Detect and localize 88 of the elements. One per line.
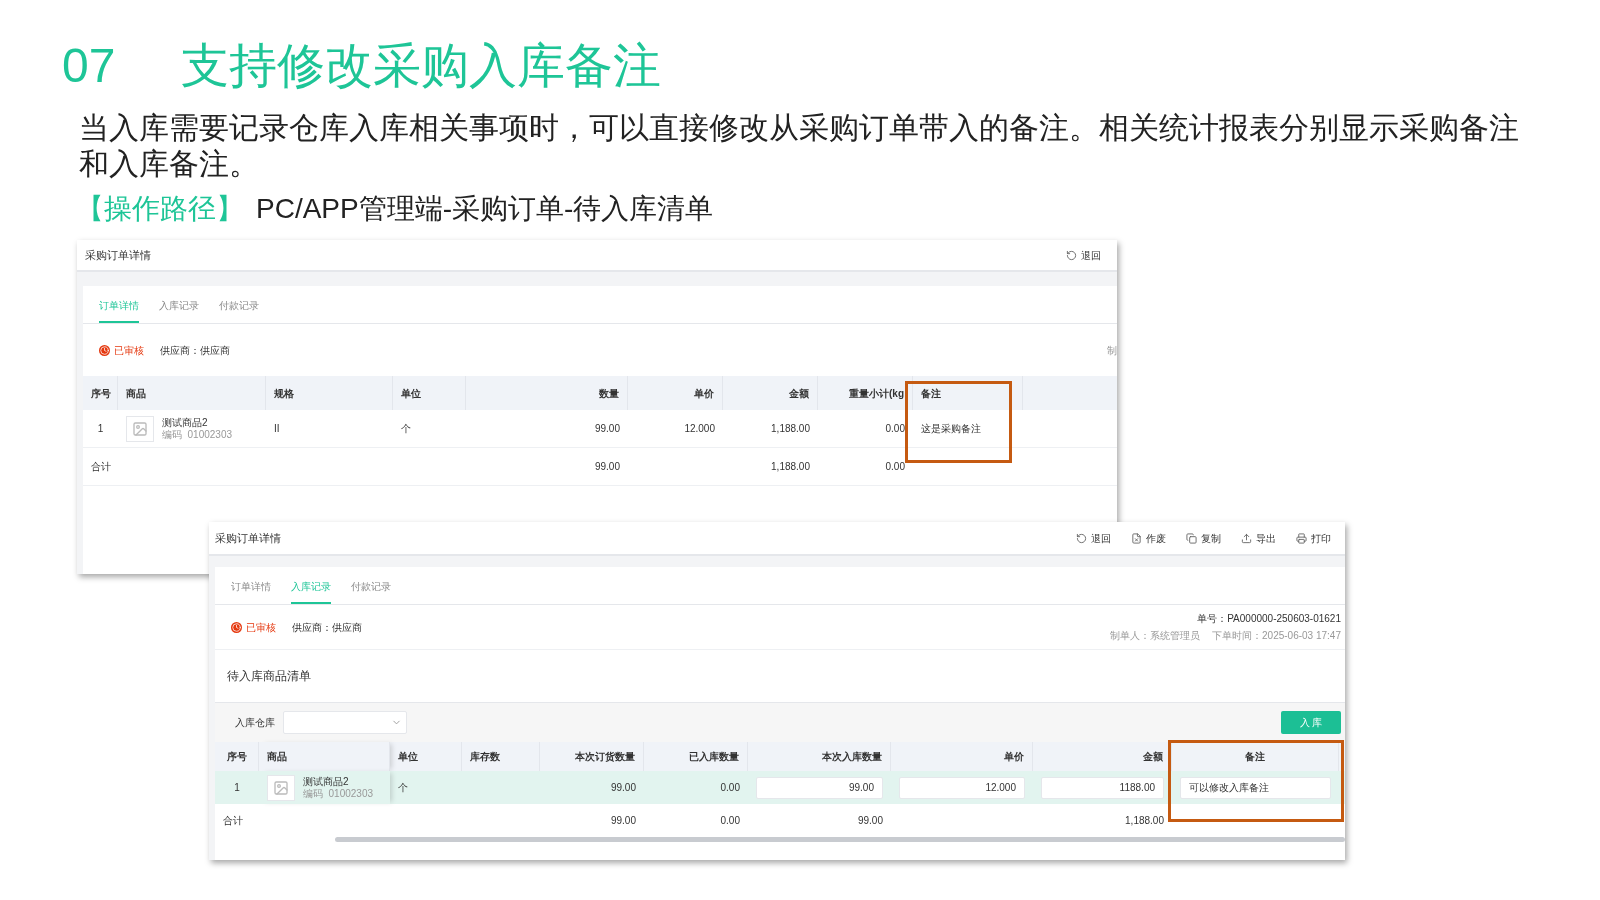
image-placeholder-icon (267, 774, 295, 801)
toolbar-button[interactable]: 作废 (1131, 530, 1166, 546)
document-x-icon (1131, 532, 1142, 544)
tab[interactable]: 付款记录 (351, 567, 391, 604)
table-cell-text: 99.00 (610, 781, 636, 795)
column-header: 序号 (226, 750, 247, 764)
column-header: 本次入库数量 (822, 750, 882, 764)
column-header: 单位 (398, 750, 418, 764)
clock-icon (99, 344, 110, 356)
toolbar-button[interactable]: 导出 (1241, 530, 1276, 546)
column-header: 库存数 (470, 750, 500, 764)
product-name: 测试商品2 (162, 416, 209, 429)
tab[interactable]: 入库记录 (159, 286, 199, 323)
column-header: 单位 (401, 386, 421, 401)
column-header: 规格 (274, 386, 294, 401)
slide-title: 支持修改采购入库备注 (181, 38, 662, 94)
table-row[interactable]: 1 测试商品2 编码 01002303 个 99.00 0.00 99.00 12.000 1188.00 可以修改入库备注 (215, 771, 1345, 804)
supplier-text: 供应商：供应商 (160, 343, 230, 358)
product-code: 编码 01002303 (162, 428, 233, 441)
table-cell-text: 99.00 (594, 422, 620, 436)
status-label: 已审核 (114, 343, 144, 358)
table-cell-text: 个 (398, 781, 408, 795)
column-header: 数量 (599, 386, 619, 401)
total-label: 合计 (223, 814, 243, 828)
table-cell-text: 1 (97, 422, 104, 436)
window-title: 采购订单详情 (215, 530, 281, 546)
warehouse-select[interactable] (283, 711, 407, 734)
table-cell-text: 1,188.00 (1125, 814, 1164, 828)
slide-description: 当入库需要记录仓库入库相关事项时，可以直接修改从采购订单带入的备注。相关统计报表分别显示采购备注和入库备注。 (78, 110, 1520, 182)
column-header: 单价 (1004, 750, 1024, 764)
table-cell-text: 1,188.00 (771, 422, 810, 436)
path-text: PC/APP管理端-采购订单-待入库清单 (256, 192, 714, 226)
column-header: 商品 (126, 386, 146, 401)
undo-icon (1076, 532, 1087, 544)
order-time: 下单时间：2025-06-03 17:47 (1212, 629, 1341, 643)
table-cell-text: 0.00 (720, 781, 740, 795)
input-field[interactable]: 1188.00 (1041, 776, 1164, 799)
toolbar-button[interactable]: 打印 (1296, 530, 1331, 546)
tab[interactable]: 付款记录 (219, 286, 259, 323)
input-field[interactable]: 12.000 (899, 776, 1025, 799)
column-header: 本次订货数量 (575, 750, 635, 764)
product-code: 编码 01002303 (303, 787, 374, 800)
status-label: 已审核 (246, 620, 276, 635)
column-header: 备注 (1245, 750, 1265, 764)
clock-icon (231, 621, 242, 633)
column-header: 已入库数量 (689, 750, 739, 764)
section-title: 待入库商品清单 (227, 668, 311, 685)
table-cell-text: 个 (401, 422, 411, 436)
column-header: 重量小计(kg (849, 386, 904, 401)
table-cell-text: 0.00 (885, 460, 905, 474)
warehouse-label: 入库仓库 (235, 716, 275, 730)
scrollbar[interactable] (335, 837, 1345, 842)
path-label: 【操作路径】 (76, 192, 244, 226)
total-label: 合计 (91, 460, 111, 474)
undo-icon (1066, 249, 1077, 261)
window-title: 采购订单详情 (85, 247, 151, 263)
column-header: 金额 (1143, 750, 1163, 764)
tab[interactable]: 订单详情 (231, 567, 271, 604)
table-cell-text: 12.000 (684, 422, 715, 436)
column-header: 商品 (267, 750, 287, 764)
column-header: 序号 (91, 386, 111, 401)
input-field[interactable]: 可以修改入库备注 (1180, 776, 1331, 799)
table-cell-text: 99.00 (610, 814, 636, 828)
creator-text: 制单人：系统管理员 (1110, 629, 1201, 643)
input-field[interactable]: 99.00 (756, 776, 883, 799)
table-cell-text: 这是采购备注 (921, 422, 981, 436)
table-cell-text: II (274, 422, 280, 436)
slide-number: 07 (62, 38, 116, 94)
order-number: 单号：PA000000-250603-01621 (1197, 612, 1341, 626)
table-cell-text: 0.00 (720, 814, 740, 828)
table-cell-text: 1 (234, 781, 240, 795)
copy-icon (1186, 532, 1197, 544)
upload-icon (1241, 532, 1252, 544)
column-header: 备注 (921, 386, 941, 401)
toolbar-button[interactable]: 退回 (1076, 530, 1111, 546)
table-cell-text: 0.00 (885, 422, 905, 436)
column-header: 单价 (694, 386, 714, 401)
supplier-text: 供应商：供应商 (292, 620, 362, 635)
image-placeholder-icon (126, 415, 154, 442)
cut-text: 制 (1107, 343, 1117, 358)
toolbar-button[interactable]: 退回 (1066, 247, 1101, 263)
product-name: 测试商品2 (303, 775, 350, 788)
column-header: 金额 (789, 386, 809, 401)
printer-icon (1296, 532, 1307, 544)
table-cell-text: 1,188.00 (771, 460, 810, 474)
toolbar-button[interactable]: 复制 (1186, 530, 1221, 546)
table-cell-text: 99.00 (594, 460, 620, 474)
table-cell-text: 99.00 (857, 814, 883, 828)
